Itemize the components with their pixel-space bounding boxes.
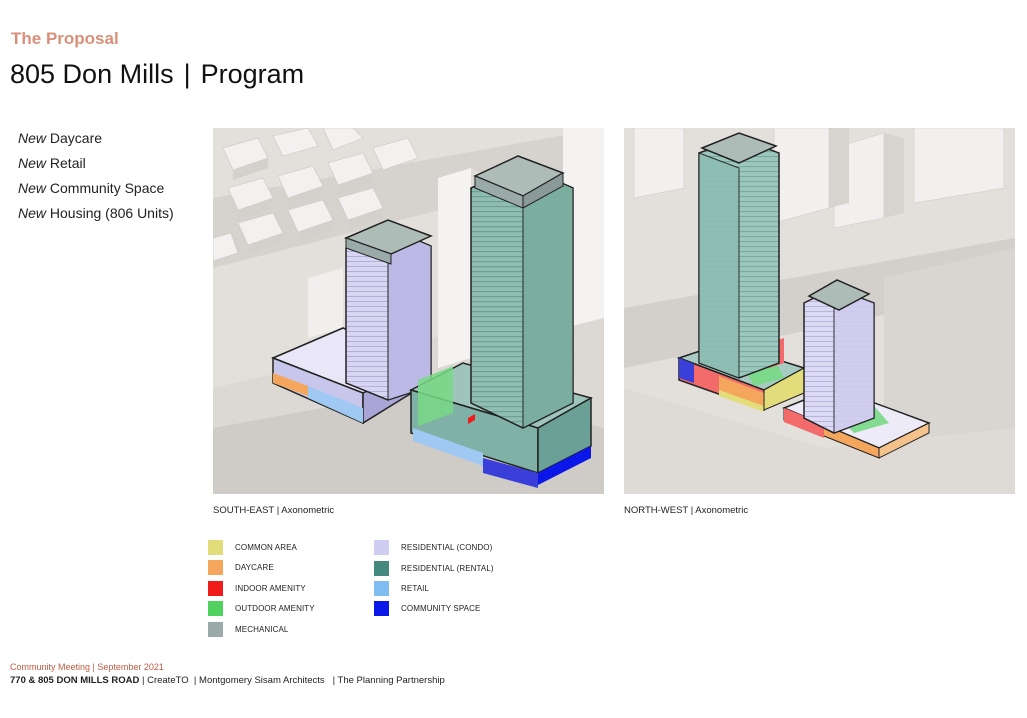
legend-swatch [374, 600, 389, 616]
footer-credits: 770 & 805 DON MILLS ROAD | CreateTO | Mo… [10, 675, 445, 686]
legend-item-residential-condo: RESIDENTIAL (CONDO) [374, 539, 492, 555]
south-east-axonometric-image [213, 128, 604, 494]
section-eyebrow: The Proposal [11, 29, 119, 48]
legend-item-common-area: COMMON AREA [208, 539, 297, 555]
legend-item-residential-rental: RESIDENTIAL (RENTAL) [374, 560, 494, 576]
legend-swatch [208, 539, 223, 555]
legend-swatch [208, 580, 223, 596]
title-topic: Program [200, 59, 305, 89]
program-item-daycare: New Daycare [18, 130, 103, 146]
title-project: 805 Don Mills [10, 59, 174, 89]
page-title: 805 Don Mills | Program [10, 59, 304, 90]
legend-item-outdoor-amenity: OUTDOOR AMENITY [208, 600, 315, 616]
program-item-housing: New Housing (806 Units) [18, 205, 174, 221]
title-separator: | [183, 59, 191, 89]
legend-swatch [208, 600, 223, 616]
footer-meeting-date: Community Meeting | September 2021 [10, 662, 164, 672]
program-list: New Daycare New Retail New Community Spa… [18, 126, 174, 226]
legend-swatch [208, 621, 223, 637]
legend-item-mechanical: MECHANICAL [208, 621, 288, 637]
program-item-retail: New Retail [18, 155, 86, 171]
legend-item-daycare: DAYCARE [208, 559, 274, 575]
south-east-caption: SOUTH-EAST | Axonometric [213, 505, 335, 516]
legend-swatch [374, 560, 389, 576]
legend-item-indoor-amenity: INDOOR AMENITY [208, 580, 306, 596]
legend-item-community-space: COMMUNITY SPACE [374, 600, 480, 616]
legend-item-retail: RETAIL [374, 580, 429, 596]
north-west-caption: NORTH-WEST | Axonometric [624, 505, 749, 516]
legend-swatch [208, 559, 223, 575]
program-item-community-space: New Community Space [18, 180, 165, 196]
north-west-axonometric-image [624, 128, 1015, 494]
legend-swatch [374, 539, 389, 555]
legend-swatch [374, 580, 389, 596]
